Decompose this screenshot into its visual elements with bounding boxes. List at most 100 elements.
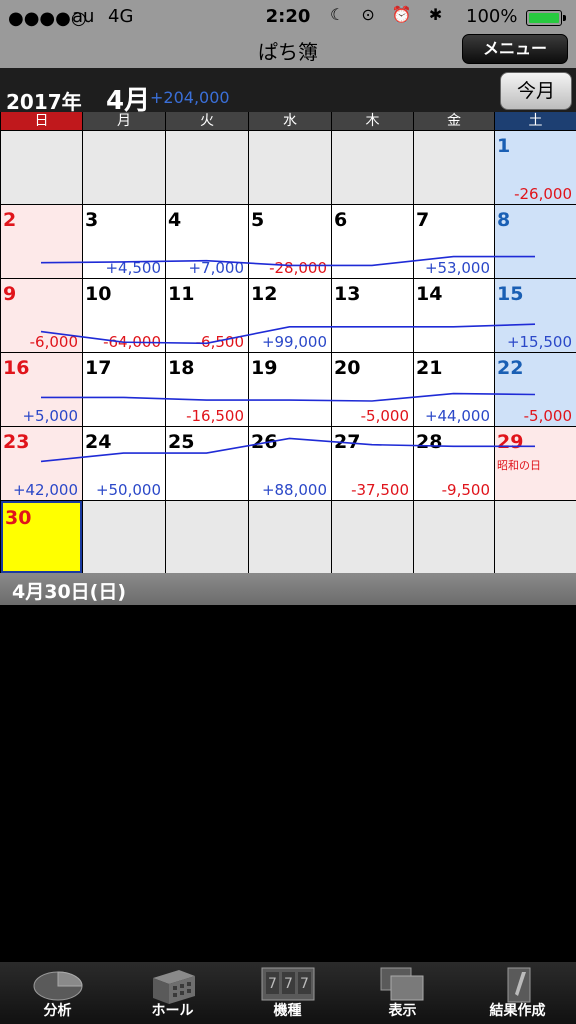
day-balance: -26,000 — [514, 185, 572, 203]
pencil-icon — [507, 967, 530, 1003]
day-cell-16[interactable]: 16 +5,000 — [1, 353, 82, 426]
day-cell-6[interactable]: 6 — [332, 205, 413, 278]
day-number: 20 — [334, 357, 361, 379]
tab-analysis[interactable]: 分析 — [0, 962, 115, 1024]
day-number: 8 — [497, 209, 511, 231]
day-balance: +5,000 — [22, 407, 78, 425]
day-cell-11[interactable]: 11 -6,500 — [166, 279, 248, 352]
tab-create-result-label: 結果作成 — [489, 1003, 546, 1019]
day-number: 23 — [3, 431, 30, 453]
day-number: 2 — [3, 209, 17, 231]
building-icon — [152, 970, 195, 1004]
tab-machine[interactable]: 777 機種 — [230, 962, 345, 1024]
day-cell-15[interactable]: 15 +15,500 — [495, 279, 576, 352]
day-cell-25[interactable]: 25 — [166, 427, 248, 500]
weekday-3: 水 — [248, 112, 331, 130]
windows-icon — [380, 967, 423, 1001]
day-number: 26 — [251, 431, 278, 453]
day-number: 15 — [497, 283, 524, 305]
pie-chart-icon — [33, 971, 83, 1001]
day-cell-3[interactable]: 3 +4,500 — [83, 205, 165, 278]
day-balance: -5,000 — [360, 407, 409, 425]
day-balance: -5,000 — [523, 407, 572, 425]
empty-cell — [83, 501, 165, 573]
day-cell-8[interactable]: 8 — [495, 205, 576, 278]
day-number: 28 — [416, 431, 443, 453]
weekday-1: 月 — [82, 112, 165, 130]
day-cell-4[interactable]: 4 +7,000 — [166, 205, 248, 278]
day-cell-9[interactable]: 9 -6,000 — [1, 279, 82, 352]
day-number: 3 — [85, 209, 99, 231]
empty-cell — [414, 131, 494, 204]
day-balance: -28,000 — [269, 259, 327, 277]
day-number: 16 — [3, 357, 30, 379]
empty-cell — [166, 131, 248, 204]
weekday-6: 土 — [494, 112, 576, 130]
day-number: 24 — [85, 431, 112, 453]
day-number: 27 — [334, 431, 361, 453]
day-cell-10[interactable]: 10 -64,000 — [83, 279, 165, 352]
day-balance: +4,500 — [105, 259, 161, 277]
navigation-bar: ぱち簿 メニュー — [0, 32, 576, 68]
weekday-2: 火 — [165, 112, 248, 130]
day-cell-1[interactable]: 1 -26,000 — [495, 131, 576, 204]
weekday-5: 金 — [413, 112, 494, 130]
day-cell-17[interactable]: 17 — [83, 353, 165, 426]
tab-create-result[interactable]: 結果作成 — [460, 962, 575, 1024]
day-number: 18 — [168, 357, 195, 379]
day-cell-20[interactable]: 20 -5,000 — [332, 353, 413, 426]
tab-bar: 分析 ホール 777 機種 表示 結果作成 — [0, 962, 576, 1024]
tab-hall[interactable]: ホール — [115, 962, 230, 1024]
day-balance: +15,500 — [506, 333, 572, 351]
weekday-0: 日 — [0, 112, 82, 130]
day-cell-27[interactable]: 27 -37,500 — [332, 427, 413, 500]
day-balance: -6,000 — [29, 333, 78, 351]
day-cell-26[interactable]: 26 +88,000 — [249, 427, 331, 500]
day-cell-30[interactable]: 30 — [1, 501, 82, 573]
day-number: 17 — [85, 357, 112, 379]
day-cell-12[interactable]: 12 +99,000 — [249, 279, 331, 352]
day-cell-19[interactable]: 19 — [249, 353, 331, 426]
day-cell-18[interactable]: 18 -16,500 — [166, 353, 248, 426]
selected-date-bar: 4月30日(日) — [0, 573, 576, 605]
svg-text:7: 7 — [300, 976, 309, 992]
this-month-button[interactable]: 今月 — [500, 72, 572, 110]
day-cell-23[interactable]: 23 +42,000 — [1, 427, 82, 500]
calendar-grid: 1 -26,000 2 3 +4,500 4 +7,000 5 -28,000 6 7 +53,000… — [0, 130, 576, 573]
tab-display-label: 表示 — [388, 1003, 417, 1019]
menu-button[interactable]: メニュー — [462, 34, 568, 64]
day-cell-22[interactable]: 22 -5,000 — [495, 353, 576, 426]
tab-hall-label: ホール — [151, 1003, 194, 1019]
empty-cell — [83, 131, 165, 204]
day-number: 13 — [334, 283, 361, 305]
month-header: 2017年 4月 +204,000 今月 — [0, 68, 576, 116]
svg-text:7: 7 — [268, 976, 277, 992]
day-cell-2[interactable]: 2 — [1, 205, 82, 278]
day-cell-14[interactable]: 14 — [414, 279, 494, 352]
day-balance: +7,000 — [188, 259, 244, 277]
day-number: 11 — [168, 283, 195, 305]
day-number: 1 — [497, 135, 511, 157]
day-cell-21[interactable]: 21 +44,000 — [414, 353, 494, 426]
month-total: +204,000 — [150, 88, 230, 107]
empty-cell — [332, 131, 413, 204]
weekday-4: 木 — [331, 112, 413, 130]
day-number: 6 — [334, 209, 348, 231]
empty-cell — [332, 501, 413, 573]
tab-display[interactable]: 表示 — [345, 962, 460, 1024]
holiday-name: 昭和の日 — [497, 459, 541, 472]
day-cell-29[interactable]: 29 昭和の日 — [495, 427, 576, 500]
day-cell-24[interactable]: 24 +50,000 — [83, 427, 165, 500]
tab-analysis-label: 分析 — [43, 1003, 72, 1019]
day-cell-5[interactable]: 5 -28,000 — [249, 205, 331, 278]
day-balance: -64,000 — [103, 333, 161, 351]
day-number: 10 — [85, 283, 112, 305]
svg-text:7: 7 — [284, 976, 293, 992]
day-balance: -16,500 — [186, 407, 244, 425]
year-label: 2017年 — [6, 90, 82, 114]
day-cell-7[interactable]: 7 +53,000 — [414, 205, 494, 278]
day-number: 30 — [5, 507, 32, 529]
day-cell-28[interactable]: 28 -9,500 — [414, 427, 494, 500]
day-number: 21 — [416, 357, 443, 379]
day-cell-13[interactable]: 13 — [332, 279, 413, 352]
